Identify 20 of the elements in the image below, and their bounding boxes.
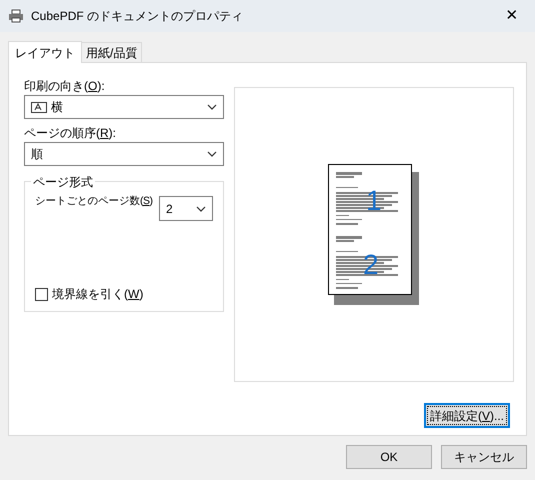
chevron-down-icon — [196, 206, 206, 212]
dialog-button[interactable]: OK — [346, 445, 432, 469]
page-order-label: ページの順序(R): — [24, 125, 118, 142]
advanced-settings-button[interactable]: 詳細設定(V)... — [424, 403, 510, 428]
window-title: CubePDF のドキュメントのプロパティ — [31, 8, 244, 25]
tab[interactable]: レイアウト — [8, 41, 82, 63]
pages-per-sheet-label: シートごとのページ数(S) — [35, 194, 153, 209]
orientation-dropdown[interactable]: 横 — [24, 95, 224, 119]
chevron-down-icon — [207, 151, 217, 157]
draw-borders-checkbox[interactable]: 境界線を引く(W) — [35, 285, 213, 303]
close-button[interactable]: ✕ — [497, 1, 527, 31]
dialog-button[interactable]: キャンセル — [441, 445, 527, 469]
printer-icon — [8, 9, 24, 23]
chevron-down-icon — [207, 104, 217, 110]
landscape-page-icon — [31, 101, 47, 113]
group-title: ページ形式 — [31, 173, 95, 191]
page-order-dropdown[interactable]: 順 — [24, 142, 224, 166]
tab[interactable]: 用紙/品質 — [82, 42, 142, 62]
pages-per-sheet-dropdown[interactable]: 2 — [159, 196, 213, 221]
orientation-label: 印刷の向き(O): — [24, 78, 106, 95]
